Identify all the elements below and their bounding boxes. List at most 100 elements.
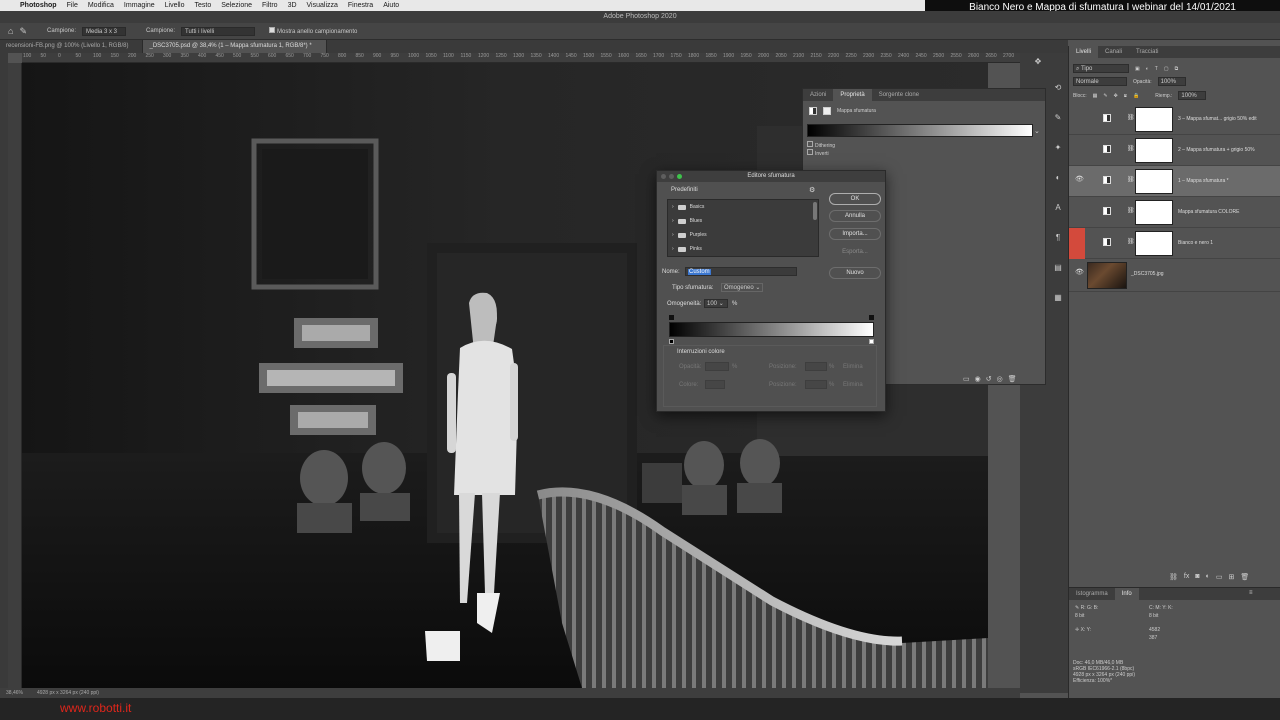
- menu-layer[interactable]: Livello: [165, 2, 185, 9]
- tab-clone-source[interactable]: Sorgente clone: [872, 89, 926, 101]
- menu-select[interactable]: Selezione: [221, 2, 252, 9]
- swatches-icon[interactable]: ▦: [1052, 293, 1064, 302]
- menu-view[interactable]: Visualizza: [307, 2, 338, 9]
- color-stop-right[interactable]: [869, 339, 874, 344]
- zoom-level[interactable]: 38,46%: [6, 690, 23, 696]
- layer-mask-thumbnail[interactable]: [1135, 231, 1173, 256]
- new-button[interactable]: Nuovo: [829, 267, 881, 279]
- delete-color-stop-button[interactable]: Elimina: [843, 382, 863, 388]
- layer-row[interactable]: ⛓ 2 – Mappa sfumatura + grigio 50%: [1069, 135, 1280, 166]
- color-stop-left[interactable]: [669, 339, 674, 344]
- lock-artboard-icon[interactable]: ⧈: [1124, 93, 1127, 99]
- layer-row[interactable]: 👁 _DSC3705.jpg: [1069, 259, 1280, 292]
- menu-window[interactable]: Finestra: [348, 2, 373, 9]
- tab-layers[interactable]: Livelli: [1069, 46, 1099, 58]
- visibility-icon[interactable]: ◎: [997, 375, 1003, 383]
- image-layer-thumbnail[interactable]: [1087, 262, 1127, 289]
- layer-mask-thumbnail[interactable]: [1135, 107, 1173, 132]
- dither-option[interactable]: Dithering: [807, 141, 835, 149]
- mask-icon[interactable]: [823, 107, 831, 115]
- delete-opacity-stop-button[interactable]: Elimina: [843, 364, 863, 370]
- filter-adjust-icon[interactable]: ◐: [1146, 66, 1149, 72]
- preset-folder-pinks[interactable]: › Pinks: [668, 242, 818, 256]
- gradient-ramp[interactable]: [669, 322, 874, 337]
- layer-mask-thumbnail[interactable]: [1135, 169, 1173, 194]
- menu-type[interactable]: Testo: [195, 2, 212, 9]
- stop-opacity-input[interactable]: [705, 362, 729, 371]
- gradient-dropdown-chevron-icon[interactable]: ⌄: [1034, 127, 1040, 135]
- tab-paths[interactable]: Tracciati: [1129, 46, 1165, 58]
- menu-file[interactable]: File: [67, 2, 78, 9]
- character-icon[interactable]: A: [1052, 203, 1064, 212]
- presets-gear-icon[interactable]: ⚙: [809, 186, 815, 194]
- filter-shape-icon[interactable]: ▢: [1164, 66, 1169, 72]
- lock-position-icon[interactable]: ✥: [1114, 93, 1118, 99]
- tab-actions[interactable]: Azioni: [803, 89, 833, 101]
- filter-smart-icon[interactable]: ⧉: [1175, 66, 1179, 72]
- close-dot-icon[interactable]: [661, 174, 666, 179]
- fill-input[interactable]: 100%: [1178, 91, 1207, 100]
- layer-mask-thumbnail[interactable]: [1135, 200, 1173, 225]
- trash-icon[interactable]: 🗑: [1008, 375, 1017, 383]
- new-group-icon[interactable]: ▭: [1216, 573, 1223, 581]
- brush-icon[interactable]: ✎: [1052, 113, 1064, 122]
- menu-3d[interactable]: 3D: [288, 2, 297, 9]
- preset-folder-basics[interactable]: › Basics: [668, 200, 818, 214]
- add-mask-icon[interactable]: ◙: [1195, 573, 1199, 581]
- gradient-preview-bar[interactable]: [807, 124, 1033, 137]
- paragraph-icon[interactable]: ¶: [1052, 233, 1064, 242]
- delete-layer-icon[interactable]: 🗑: [1240, 573, 1249, 581]
- doc-tab-recensioni[interactable]: recensioni-FB.png @ 100% (Livello 1, RGB…: [0, 40, 144, 53]
- sample-size-select[interactable]: Media 3 x 3: [82, 26, 126, 36]
- preset-folder-blues[interactable]: › Blues: [668, 214, 818, 228]
- reset-icon[interactable]: ↺: [986, 375, 992, 383]
- document-dimensions[interactable]: 4928 px x 3264 px (240 ppi): [37, 690, 99, 696]
- link-layers-icon[interactable]: ⛓: [1169, 573, 1178, 581]
- tab-histogram[interactable]: Istogramma: [1069, 588, 1115, 600]
- tab-channels[interactable]: Canali: [1098, 46, 1129, 58]
- filter-pixel-icon[interactable]: ▣: [1135, 66, 1140, 72]
- lock-paint-icon[interactable]: ✎: [1103, 93, 1107, 99]
- minimize-dot-icon[interactable]: [669, 174, 674, 179]
- stop-color-swatch[interactable]: [705, 380, 725, 389]
- cancel-button[interactable]: Annulla: [829, 210, 881, 222]
- smoothness-input[interactable]: 100 ⌄: [704, 299, 728, 308]
- zoom-dot-icon[interactable]: [677, 174, 682, 179]
- doc-tab-dsc3705[interactable]: _DSC3705.psd @ 38,4% (1 – Mappa sfumatur…: [143, 40, 327, 53]
- eye-icon[interactable]: 👁: [1075, 269, 1084, 276]
- layer-mask-thumbnail[interactable]: [1135, 138, 1173, 163]
- show-ring-checkbox[interactable]: Mostra anello campionamento: [269, 27, 357, 35]
- gradient-type-select[interactable]: Omogeneo ⌄: [721, 283, 763, 292]
- menu-filter[interactable]: Filtro: [262, 2, 278, 9]
- color-position-input[interactable]: [805, 380, 827, 389]
- stop-position-input[interactable]: [805, 362, 827, 371]
- export-button[interactable]: Esporta...: [829, 246, 881, 258]
- lock-pixels-icon[interactable]: ▦: [1093, 93, 1098, 99]
- filter-type-icon[interactable]: T: [1155, 66, 1158, 72]
- name-input[interactable]: Custom: [685, 267, 797, 276]
- opacity-stop-right[interactable]: [869, 315, 874, 320]
- blend-mode-select[interactable]: Normale: [1073, 77, 1127, 86]
- clip-to-layer-icon[interactable]: ▭: [963, 375, 970, 383]
- sample-layers-select[interactable]: Tutti i livelli: [181, 26, 256, 36]
- panel-menu-icon[interactable]: ≡: [1249, 590, 1253, 596]
- eyedropper-icon[interactable]: ✎: [19, 26, 27, 37]
- history-icon[interactable]: ⟲: [1052, 83, 1064, 92]
- presets-list[interactable]: › Basics › Blues › Purples › Pinks: [667, 199, 819, 257]
- opacity-input[interactable]: 100%: [1157, 77, 1186, 86]
- preset-folder-purples[interactable]: › Purples: [668, 228, 818, 242]
- layer-row[interactable]: ⛓ 3 – Mappa sfumat... grigio 50% edit: [1069, 104, 1280, 135]
- move-icon[interactable]: ✥: [1032, 57, 1044, 66]
- menu-help[interactable]: Aiuto: [383, 2, 399, 9]
- new-adjustment-icon[interactable]: ◐: [1206, 573, 1210, 581]
- libraries-icon[interactable]: ▤: [1052, 263, 1064, 272]
- menu-image[interactable]: Immagine: [124, 2, 155, 9]
- opacity-stop-left[interactable]: [669, 315, 674, 320]
- lock-all-icon[interactable]: 🔒: [1133, 93, 1139, 99]
- website-url[interactable]: www.robotti.it: [60, 701, 131, 715]
- menu-edit[interactable]: Modifica: [88, 2, 114, 9]
- tab-info[interactable]: Info: [1114, 588, 1139, 600]
- presets-scrollbar[interactable]: [813, 202, 817, 220]
- tab-properties[interactable]: Proprietà: [833, 89, 872, 101]
- reverse-option[interactable]: Inverti: [807, 149, 829, 157]
